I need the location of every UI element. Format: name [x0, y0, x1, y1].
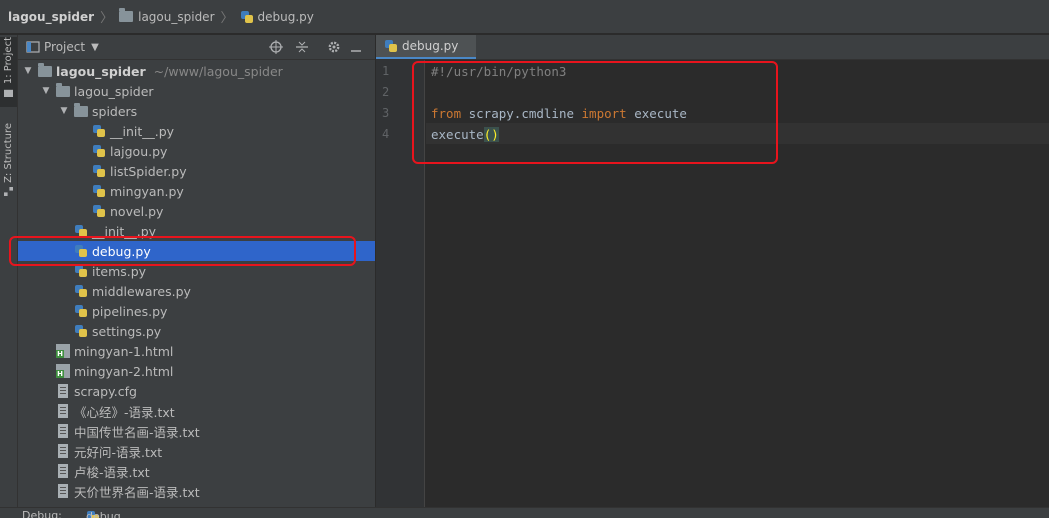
- tree-item-label: lagou_spider: [56, 63, 146, 79]
- tree-item[interactable]: 元好问-语录.txt: [18, 441, 375, 461]
- python-file-icon: [74, 264, 88, 278]
- project-tool-tab-label: 1: Project: [3, 37, 14, 85]
- tree-item-label: novel.py: [110, 203, 164, 219]
- breadcrumb-file[interactable]: debug.py: [240, 10, 314, 24]
- folder-icon: [4, 89, 13, 98]
- html-file-icon: [56, 344, 70, 358]
- tree-item[interactable]: listSpider.py: [18, 161, 375, 181]
- tree-item[interactable]: pipelines.py: [18, 301, 375, 321]
- html-file-icon: [56, 364, 70, 378]
- expand-arrow-icon[interactable]: ▼: [22, 66, 34, 76]
- expand-arrow-icon[interactable]: ▼: [40, 86, 52, 96]
- project-panel: Project ▼ ▼ lagou_spider ~/www/lagou_spide…: [18, 35, 375, 517]
- folder-icon: [74, 102, 88, 117]
- text-file-icon: [58, 404, 68, 418]
- python-file-icon: [92, 164, 106, 178]
- folder-icon: [119, 8, 134, 22]
- python-file-icon: [240, 10, 254, 24]
- tree-item[interactable]: 卢梭-语录.txt: [18, 461, 375, 481]
- text-file-icon: [58, 484, 68, 498]
- tree-item-label: mingyan-1.html: [74, 343, 174, 359]
- project-tool-tab[interactable]: 1: Project: [0, 37, 17, 107]
- python-file-icon: [92, 124, 106, 138]
- tree-item[interactable]: middlewares.py: [18, 281, 375, 301]
- breadcrumb-file-label: debug.py: [257, 9, 314, 24]
- line-number: 4: [382, 127, 390, 141]
- text-file-icon: [58, 424, 68, 438]
- line-number: 1: [382, 64, 390, 78]
- tree-item[interactable]: mingyan-1.html: [18, 341, 375, 361]
- editor-tab-debug[interactable]: debug.py: [376, 35, 476, 59]
- folder-icon: [56, 82, 70, 97]
- tree-item-label: 元好问-语录.txt: [74, 444, 163, 460]
- hide-panel-icon[interactable]: [348, 39, 364, 55]
- structure-tool-tab[interactable]: Z: Structure: [0, 123, 17, 203]
- tool-window-strip: 1: Project Z: Structure: [0, 35, 18, 517]
- tree-item[interactable]: novel.py: [18, 201, 375, 221]
- tree-item-label: mingyan.py: [110, 183, 184, 199]
- navigation-breadcrumb: lagou_spider 〉 lagou_spider 〉 debug.py: [0, 0, 1049, 34]
- tree-item-label: __init__.py: [110, 123, 175, 139]
- text-file-icon: [58, 384, 68, 398]
- tree-item[interactable]: ▼ lagou_spider ~/www/lagou_spider: [18, 61, 375, 81]
- tree-item-label: 卢梭-语录.txt: [74, 464, 150, 480]
- tree-item[interactable]: settings.py: [18, 321, 375, 341]
- tree-item-label: listSpider.py: [110, 163, 187, 179]
- tree-item-label: lajgou.py: [110, 143, 168, 159]
- line-number: 3: [382, 106, 390, 120]
- chevron-right-icon: 〉: [100, 11, 114, 26]
- breadcrumb-package-label: lagou_spider: [138, 9, 215, 24]
- tree-item[interactable]: 《心经》-语录.txt: [18, 401, 375, 421]
- project-panel-header: Project ▼: [18, 35, 375, 60]
- python-file-icon: [74, 284, 88, 298]
- tree-item[interactable]: ▼ lagou_spider: [18, 81, 375, 101]
- project-view-icon: [26, 41, 40, 53]
- tree-item-label: 《心经》-语录.txt: [74, 404, 175, 420]
- breadcrumb-project[interactable]: lagou_spider: [8, 10, 94, 24]
- python-file-icon: [92, 144, 106, 158]
- tree-item-label: 中国传世名画-语录.txt: [74, 424, 200, 440]
- breadcrumb-package[interactable]: lagou_spider: [119, 8, 215, 24]
- tree-item-label: settings.py: [92, 323, 162, 339]
- chevron-down-icon[interactable]: ▼: [91, 42, 99, 53]
- tree-item-label: lagou_spider: [74, 83, 154, 99]
- python-file-icon: [74, 304, 88, 318]
- tree-item-label: middlewares.py: [92, 283, 191, 299]
- tree-item-label: mingyan-2.html: [74, 363, 174, 379]
- code-highlight-box: [412, 61, 778, 164]
- tree-item[interactable]: mingyan.py: [18, 181, 375, 201]
- gear-icon[interactable]: [326, 39, 342, 55]
- debug-tool-strip: Debug: debug: [0, 507, 1049, 518]
- folder-icon: [38, 62, 52, 77]
- line-number: 2: [382, 85, 390, 99]
- tree-item[interactable]: scrapy.cfg: [18, 381, 375, 401]
- python-file-icon: [92, 184, 106, 198]
- structure-icon: [4, 186, 13, 196]
- expand-arrow-icon[interactable]: ▼: [58, 106, 70, 116]
- tree-item[interactable]: 天价世界名画-语录.txt: [18, 481, 375, 501]
- tree-item[interactable]: lajgou.py: [18, 141, 375, 161]
- tree-item[interactable]: ▼ spiders: [18, 101, 375, 121]
- tree-item-label: 天价世界名画-语录.txt: [74, 484, 200, 500]
- python-file-icon: [384, 39, 398, 53]
- file-highlight-box: [9, 236, 356, 266]
- python-file-icon: [74, 324, 88, 338]
- tree-item[interactable]: mingyan-2.html: [18, 361, 375, 381]
- editor-tab-bar: debug.py: [376, 35, 1049, 60]
- structure-tool-tab-label: Z: Structure: [3, 123, 14, 183]
- tree-item-label: scrapy.cfg: [74, 383, 137, 399]
- tree-item-label: pipelines.py: [92, 303, 168, 319]
- python-file-icon: [92, 204, 106, 218]
- locate-file-icon[interactable]: [268, 39, 284, 55]
- project-panel-title[interactable]: Project: [44, 40, 85, 54]
- collapse-all-icon[interactable]: [294, 39, 310, 55]
- text-file-icon: [58, 444, 68, 458]
- tree-item-label: spiders: [92, 103, 138, 119]
- tree-item[interactable]: __init__.py: [18, 121, 375, 141]
- text-file-icon: [58, 464, 68, 478]
- chevron-right-icon: 〉: [220, 11, 234, 26]
- tree-item[interactable]: 中国传世名画-语录.txt: [18, 421, 375, 441]
- editor-tab-label: debug.py: [402, 39, 459, 53]
- project-path-hint: ~/www/lagou_spider: [153, 63, 283, 79]
